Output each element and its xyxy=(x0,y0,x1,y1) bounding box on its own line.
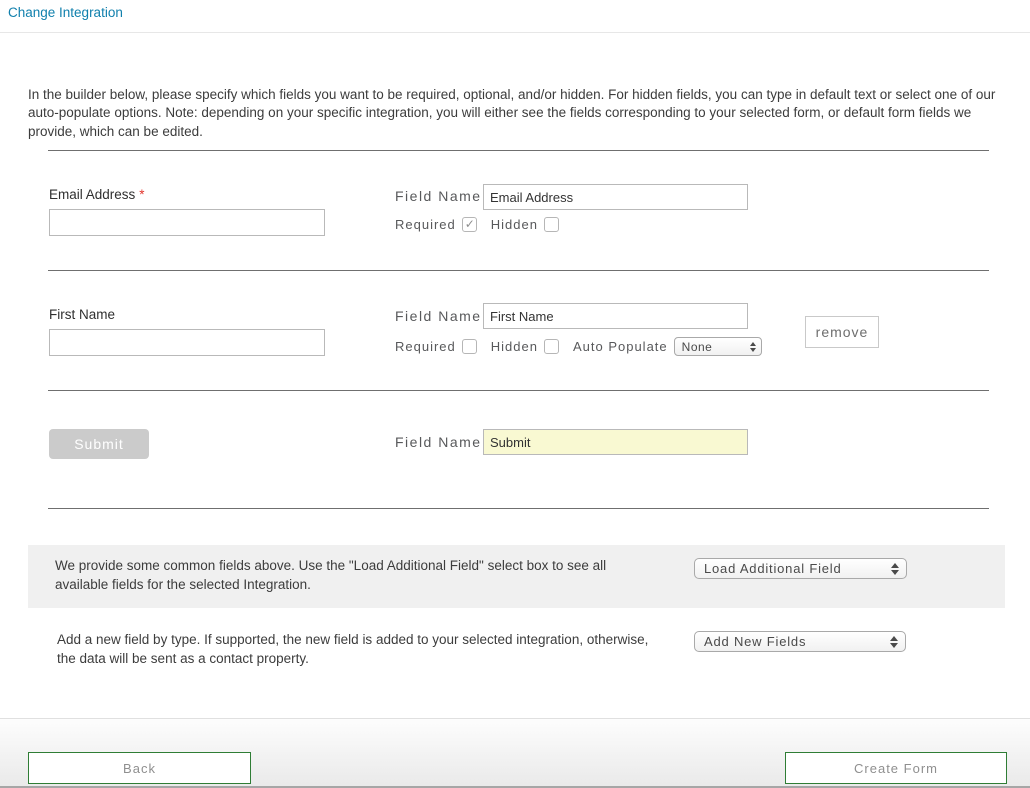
row-separator xyxy=(48,390,989,391)
form-builder-page: Change Integration In the builder below,… xyxy=(0,0,1030,788)
email-hidden-group: Hidden xyxy=(491,217,559,232)
select-arrows-icon xyxy=(891,563,899,575)
email-address-preview-input[interactable] xyxy=(49,209,325,236)
first-name-hidden-label: Hidden xyxy=(491,339,538,354)
load-additional-select-value: Load Additional Field xyxy=(704,561,842,576)
auto-populate-select-value: None xyxy=(682,340,713,354)
first-name-hidden-group: Hidden xyxy=(491,339,559,354)
add-new-fields-text: Add a new field by type. If supported, t… xyxy=(57,631,669,668)
required-asterisk: * xyxy=(139,187,144,202)
auto-populate-select[interactable]: None xyxy=(674,337,762,356)
add-new-fields-select-value: Add New Fields xyxy=(704,634,806,649)
email-hidden-checkbox[interactable] xyxy=(544,217,559,232)
first-name-auto-populate-group: Auto Populate None xyxy=(573,337,762,356)
submit-field-name-label: Field Name xyxy=(395,434,482,450)
auto-populate-label: Auto Populate xyxy=(573,339,668,354)
first-name-preview-input[interactable] xyxy=(49,329,325,356)
row-separator xyxy=(48,270,989,271)
load-additional-field-select[interactable]: Load Additional Field xyxy=(694,558,907,579)
first-name-label: First Name xyxy=(49,307,115,322)
email-address-label: Email Address * xyxy=(49,187,145,202)
submit-field-name-input[interactable] xyxy=(483,429,748,455)
select-arrows-icon xyxy=(890,636,898,648)
change-integration-link[interactable]: Change Integration xyxy=(8,5,123,20)
top-bar: Change Integration xyxy=(0,0,1030,33)
email-options-row: Required Hidden xyxy=(395,217,559,232)
first-name-required-group: Required xyxy=(395,339,477,354)
first-name-field-name-label: Field Name xyxy=(395,308,482,324)
first-name-options-row: Required Hidden Auto Populate None xyxy=(395,337,762,356)
add-new-fields-select[interactable]: Add New Fields xyxy=(694,631,906,652)
intro-text: In the builder below, please specify whi… xyxy=(28,86,1006,142)
email-hidden-label: Hidden xyxy=(491,217,538,232)
row-separator xyxy=(48,508,989,509)
row-separator xyxy=(48,150,989,151)
email-required-checkbox[interactable] xyxy=(462,217,477,232)
submit-preview-button[interactable]: Submit xyxy=(49,429,149,459)
email-required-label: Required xyxy=(395,217,456,232)
email-required-group: Required xyxy=(395,217,477,232)
first-name-field-name-input[interactable] xyxy=(483,303,748,329)
load-additional-text: We provide some common fields above. Use… xyxy=(55,557,615,594)
email-field-name-input[interactable] xyxy=(483,184,748,210)
first-name-required-label: Required xyxy=(395,339,456,354)
create-form-button[interactable]: Create Form xyxy=(785,752,1007,784)
first-name-required-checkbox[interactable] xyxy=(462,339,477,354)
remove-field-button[interactable]: remove xyxy=(805,316,879,348)
load-additional-band: We provide some common fields above. Use… xyxy=(28,545,1005,608)
first-name-hidden-checkbox[interactable] xyxy=(544,339,559,354)
select-arrows-icon xyxy=(750,342,756,352)
email-field-name-label: Field Name xyxy=(395,188,482,204)
email-address-label-text: Email Address xyxy=(49,187,135,202)
back-button[interactable]: Back xyxy=(28,752,251,784)
